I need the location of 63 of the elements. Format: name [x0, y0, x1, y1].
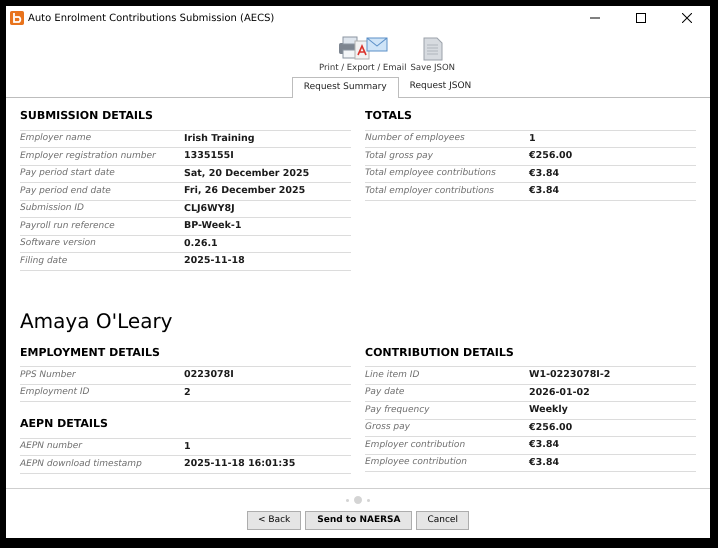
tab[interactable]: Request JSON: [398, 77, 482, 97]
field-label: Pay period end date: [20, 184, 112, 198]
section-heading: AEPN DETAILS: [20, 416, 108, 432]
field-label: AEPN download timestamp: [20, 458, 143, 470]
field-value: €3.84: [529, 456, 560, 470]
field-label: Pay frequency: [365, 404, 430, 416]
field-value: €3.84: [529, 166, 560, 181]
field-label: Employee contribution: [365, 456, 468, 469]
field-label: Pay date: [365, 386, 406, 399]
employee-name: Amaya O'Leary: [20, 310, 173, 330]
toolbar-button[interactable]: Save JSON: [410, 36, 456, 72]
dialog-button[interactable]: Send to NAERSA: [305, 511, 412, 530]
field-label: Line item ID: [365, 368, 420, 382]
field-label: PPS Number: [20, 368, 77, 382]
field-value: €3.84: [529, 184, 560, 198]
field-value: €256.00: [529, 149, 572, 164]
document-icon: [422, 36, 443, 60]
field-value: 1: [184, 440, 191, 454]
field-label: Payroll run reference: [20, 220, 116, 232]
field-label: Total employer contributions: [365, 184, 495, 198]
field-label: AEPN number: [20, 440, 84, 453]
field-label: Total gross pay: [365, 150, 434, 162]
field-value: 1: [529, 132, 536, 146]
field-label: Pay period start date: [20, 167, 116, 180]
close-icon: [682, 13, 692, 23]
field-label: Employer name: [20, 132, 92, 145]
field-value: BP-Week-1: [184, 219, 242, 234]
section-heading: EMPLOYMENT DETAILS: [20, 344, 160, 360]
field-label: Submission ID: [20, 202, 85, 215]
field-label: Total employee contributions: [365, 167, 497, 180]
field-label: Software version: [20, 237, 97, 250]
field-value: Irish Training: [184, 132, 255, 146]
field-value: CLJ6WY8J: [184, 202, 235, 216]
maximize-icon: [636, 13, 646, 23]
dialog-button[interactable]: Cancel: [416, 511, 469, 530]
field-value: 2: [184, 386, 191, 400]
field-value: €3.84: [529, 438, 560, 452]
field-value: W1-0223078I-2: [529, 368, 610, 382]
field-value: Weekly: [529, 403, 568, 418]
section-heading: CONTRIBUTION DETAILS: [365, 344, 514, 360]
field-value: Fri, 26 December 2025: [184, 184, 306, 198]
field-label: Gross pay: [365, 421, 411, 434]
field-value: 0.26.1: [184, 236, 218, 251]
field-label: Number of employees: [365, 132, 466, 145]
window-title: Auto Enrolment Contributions Submission (AECS): [28, 12, 274, 26]
section-heading: SUBMISSION DETAILS: [20, 108, 153, 124]
field-value: Sat, 20 December 2025: [184, 166, 310, 181]
field-value: €256.00: [529, 420, 572, 435]
app-logo-icon: [10, 11, 24, 25]
tab[interactable]: Request Summary: [292, 77, 399, 98]
printer-pdf-mail-icon: [336, 34, 389, 60]
field-label: Employer contribution: [365, 438, 466, 452]
toolbar-button[interactable]: Print / Export / Email: [318, 34, 406, 72]
field-label: Employer registration number: [20, 150, 158, 162]
field-value: 2026-01-02: [529, 386, 590, 400]
field-value: 2025-11-18 16:01:35: [184, 457, 296, 472]
field-value: 1335155I: [184, 149, 234, 164]
field-label: Employment ID: [20, 386, 90, 399]
field-value: 0223078I: [184, 368, 234, 382]
field-value: 2025-11-18: [184, 254, 245, 268]
section-heading: TOTALS: [365, 108, 412, 124]
field-label: Filing date: [20, 254, 68, 268]
dialog-button[interactable]: < Back: [247, 511, 302, 530]
